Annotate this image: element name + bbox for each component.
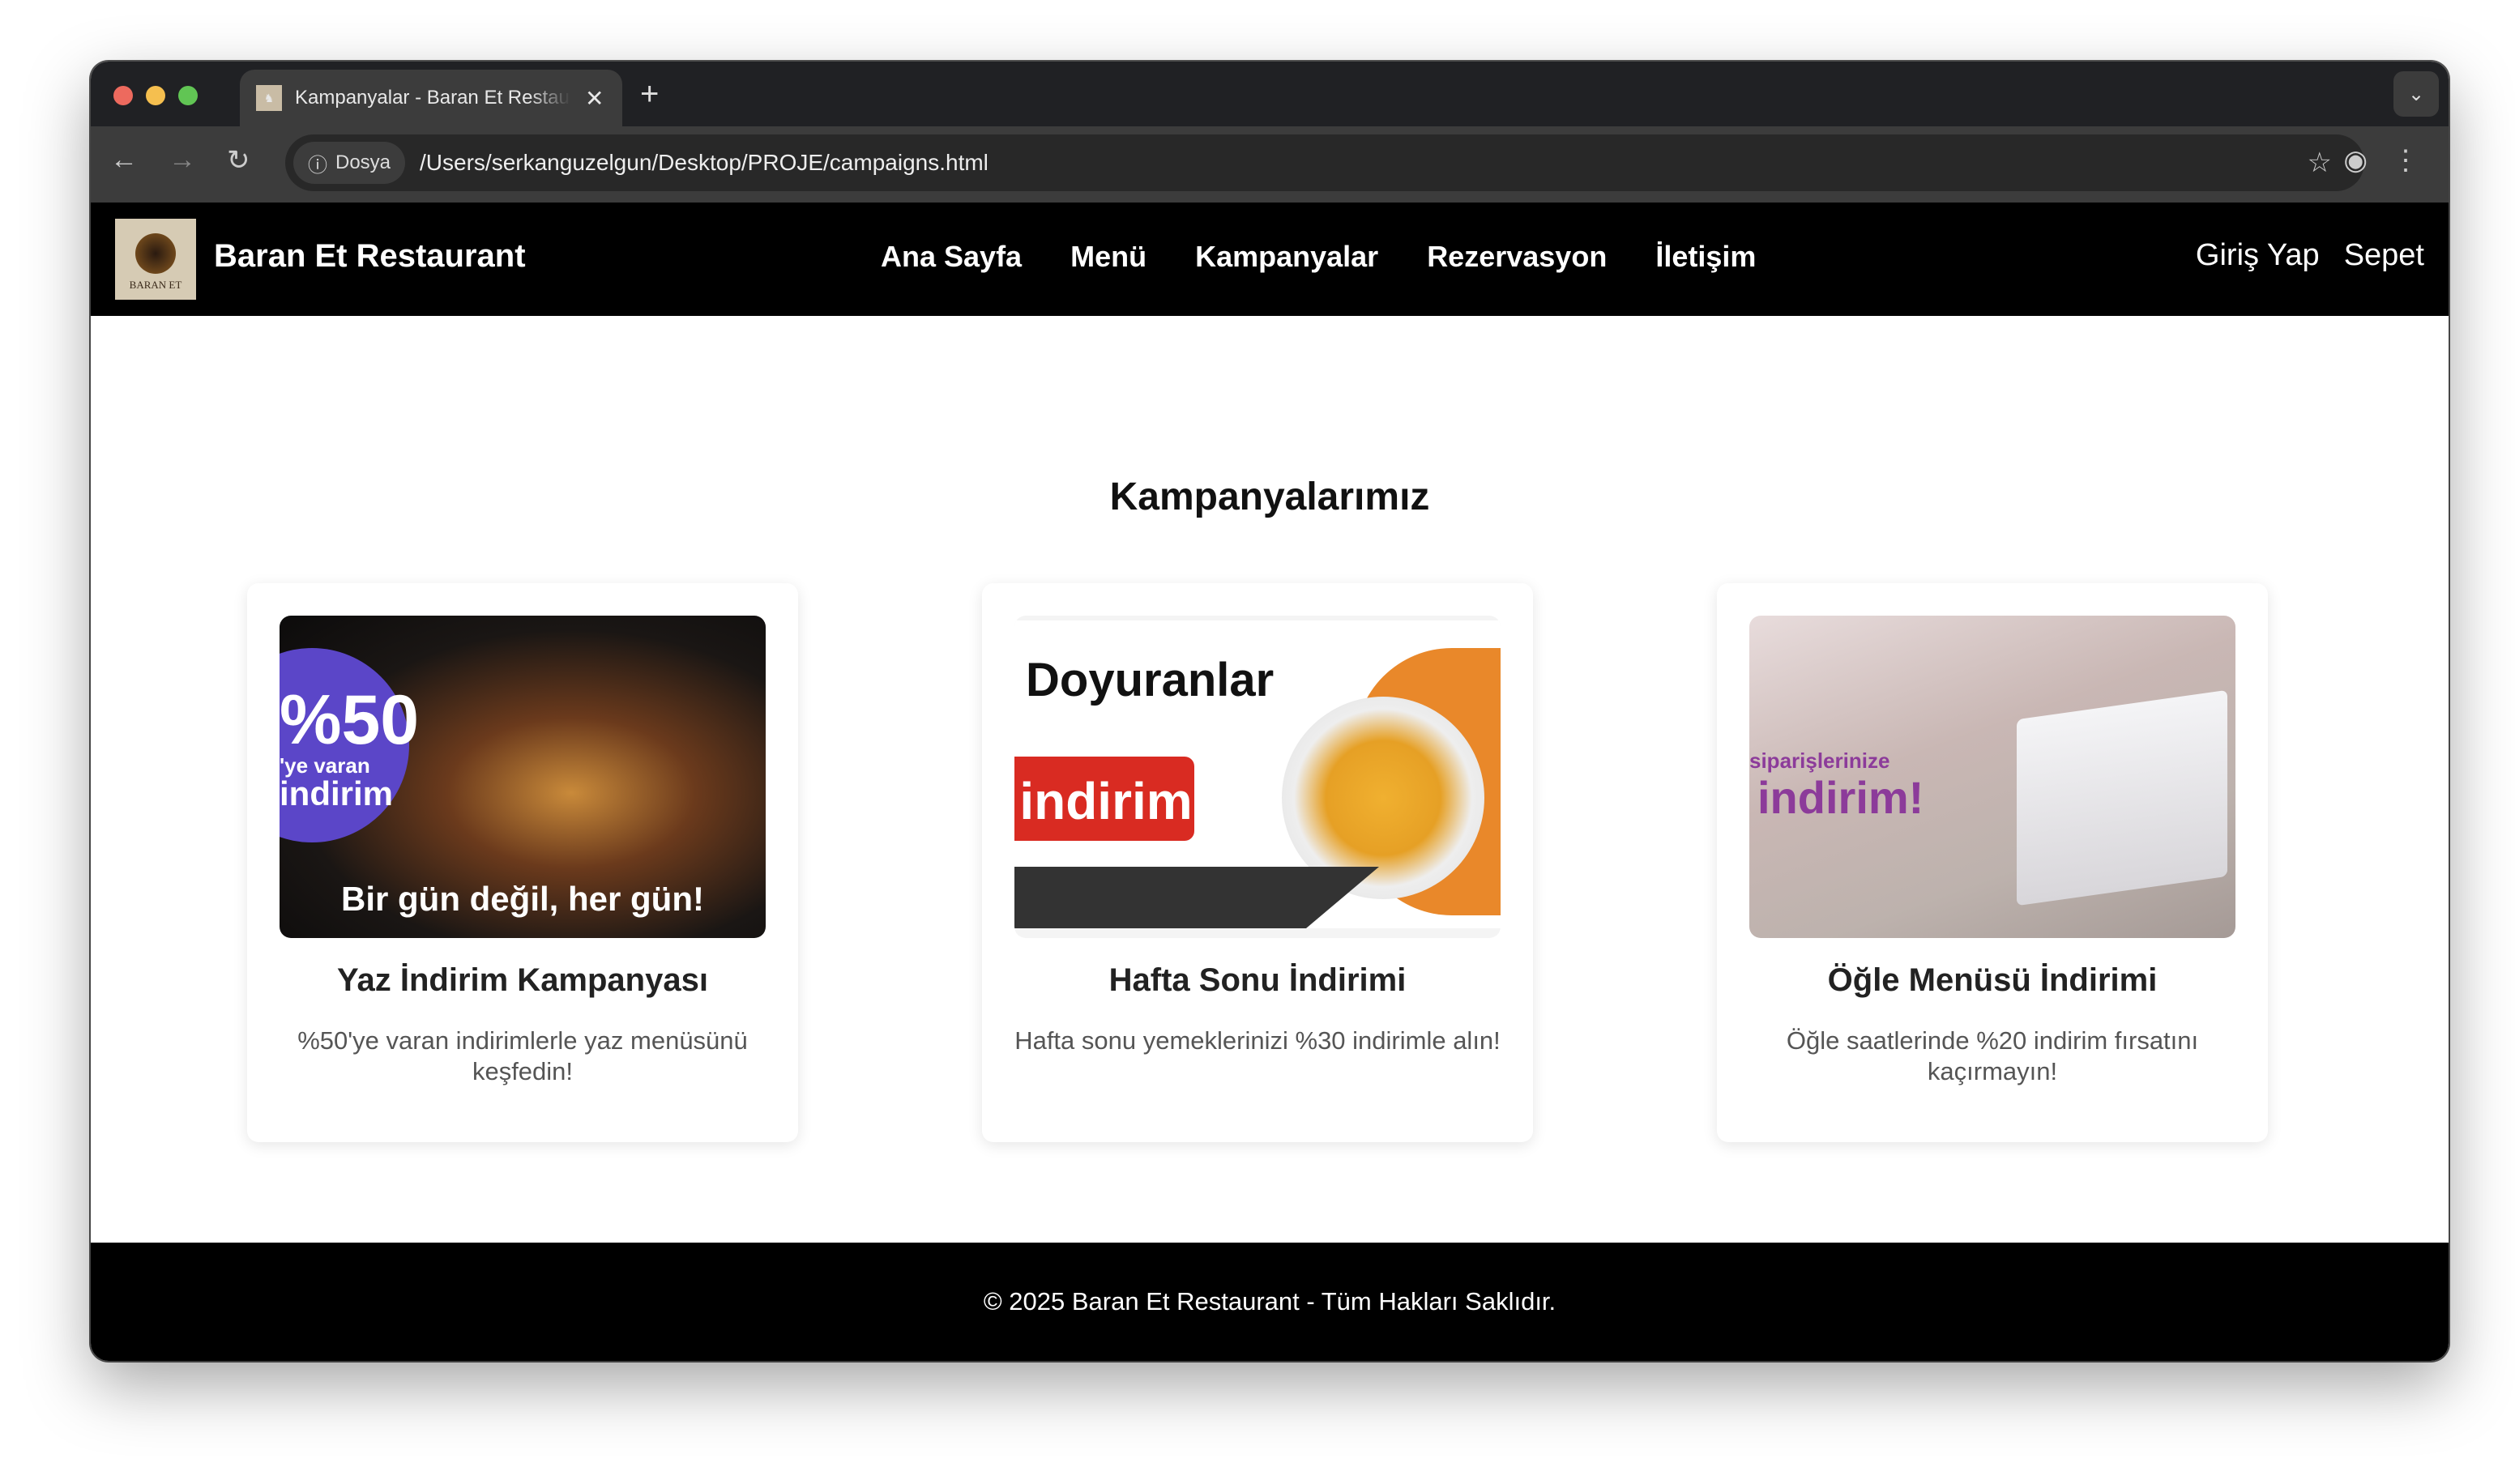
- footer-copyright: © 2025 Baran Et Restaurant - Tüm Hakları…: [983, 1287, 1556, 1316]
- browser-window: ♞ Kampanyalar - Baran Et Restaurant ✕ + …: [91, 62, 2449, 1361]
- nav-link-reservation[interactable]: Rezervasyon: [1427, 240, 1607, 274]
- cart-link[interactable]: Sepet: [2344, 238, 2424, 273]
- bookmark-star-icon[interactable]: ☆: [2308, 147, 2332, 179]
- campaign-description: %50'ye varan indirimlerle yaz menüsünü k…: [297, 1026, 748, 1085]
- info-icon: ⓘ: [308, 154, 327, 177]
- site-footer: © 2025 Baran Et Restaurant - Tüm Hakları…: [91, 1243, 2449, 1361]
- minimize-window-button[interactable]: [146, 86, 165, 105]
- image-text: siparişlerinize: [1749, 748, 1890, 773]
- logo-text: BARAN ET: [129, 279, 182, 291]
- new-tab-button[interactable]: +: [640, 76, 659, 113]
- tab-search-button[interactable]: ⌄: [2393, 71, 2439, 117]
- image-text: Doyuranlar: [1026, 654, 1275, 706]
- favicon-icon: ♞: [256, 85, 282, 111]
- image-text: %50: [280, 681, 420, 759]
- site-navbar: BARAN ET Baran Et Restaurant Ana Sayfa M…: [91, 203, 2449, 316]
- campaign-title: Yaz İndirim Kampanyası: [337, 962, 708, 998]
- image-text: indirim: [280, 774, 394, 812]
- image-text: Bir gün değil, her gün!: [341, 880, 704, 918]
- site-info-chip[interactable]: ⓘ Dosya: [293, 142, 406, 184]
- campaign-description: Öğle saatlerinde %20 indirim fırsatını k…: [1786, 1026, 2199, 1085]
- close-tab-icon[interactable]: ✕: [585, 85, 604, 112]
- image-text: indirim: [1014, 757, 1194, 841]
- campaign-title: Hafta Sonu İndirimi: [1108, 962, 1407, 998]
- url-text[interactable]: /Users/serkanguzelgun/Desktop/PROJE/camp…: [420, 150, 988, 176]
- campaign-image-burger: %50 'ye varan indirim Bir gün değil, her…: [280, 616, 766, 938]
- campaign-image-laptop: siparişlerinize indirim!: [1749, 616, 2235, 938]
- browser-tab[interactable]: ♞ Kampanyalar - Baran Et Restaurant ✕: [240, 70, 622, 126]
- login-link[interactable]: Giriş Yap: [2196, 238, 2320, 273]
- forward-icon[interactable]: →: [169, 144, 196, 176]
- main-content: Kampanyalarımız %50 'ye varan indirim Bi…: [91, 316, 2449, 1243]
- campaign-title: Öğle Menüsü İndirimi: [1827, 962, 2158, 998]
- back-icon[interactable]: ←: [110, 144, 138, 176]
- restaurant-logo[interactable]: BARAN ET: [115, 219, 196, 300]
- browser-toolbar: ← → ↻ ⓘ Dosya /Users/serkanguzelgun/Deskt…: [91, 126, 2449, 203]
- nav-link-campaigns[interactable]: Kampanyalar: [1195, 240, 1378, 274]
- address-bar[interactable]: ⓘ Dosya /Users/serkanguzelgun/Desktop/PRO…: [285, 134, 2364, 191]
- page-title: Kampanyalarımız: [1109, 475, 1430, 518]
- nav-link-home[interactable]: Ana Sayfa: [881, 240, 1022, 274]
- campaign-description: Hafta sonu yemeklerinizi %30 indirimle a…: [1014, 1026, 1501, 1055]
- reload-icon[interactable]: ↻: [227, 144, 250, 177]
- campaign-card[interactable]: Doyuranlar indirim Hafta Sonu İndirimi H…: [982, 583, 1533, 1142]
- image-text: indirim!: [1757, 772, 1924, 823]
- tab-bar: ♞ Kampanyalar - Baran Et Restaurant ✕ + …: [91, 62, 2449, 126]
- brand-name[interactable]: Baran Et Restaurant: [214, 238, 526, 275]
- campaign-image-chicken: Doyuranlar indirim: [1014, 616, 1501, 938]
- nav-link-menu[interactable]: Menü: [1070, 240, 1146, 274]
- campaign-card[interactable]: %50 'ye varan indirim Bir gün değil, her…: [247, 583, 798, 1142]
- menu-kebab-icon[interactable]: ⋮: [2392, 144, 2419, 177]
- profile-icon[interactable]: ◉: [2343, 144, 2368, 177]
- nav-link-contact[interactable]: İletişim: [1655, 240, 1756, 274]
- campaign-card[interactable]: siparişlerinize indirim! Öğle Menüsü İnd…: [1717, 583, 2268, 1142]
- maximize-window-button[interactable]: [178, 86, 198, 105]
- close-window-button[interactable]: [113, 86, 133, 105]
- site-info-label: Dosya: [335, 151, 391, 173]
- tab-title: Kampanyalar - Baran Et Restaurant: [295, 87, 570, 109]
